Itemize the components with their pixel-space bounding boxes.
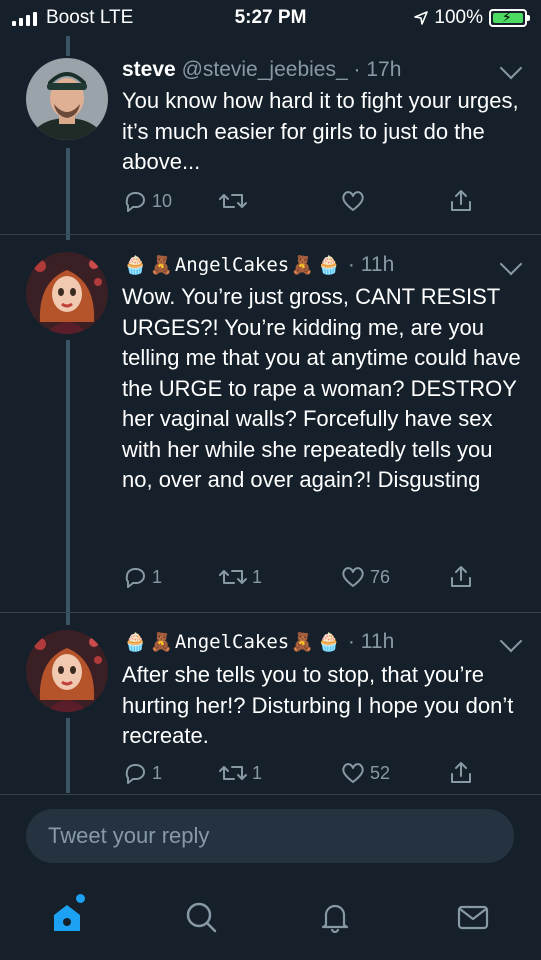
cupcake-icon: 🧁 bbox=[124, 631, 147, 652]
teddy-bear-icon: 🧸 bbox=[150, 254, 173, 275]
display-name[interactable]: steve bbox=[122, 58, 176, 82]
share-icon bbox=[451, 762, 471, 783]
retweet-button[interactable]: 1 bbox=[218, 760, 262, 786]
cupcake-icon: 🧁 bbox=[124, 254, 147, 275]
share-icon bbox=[451, 566, 471, 587]
reply-count: 1 bbox=[152, 566, 163, 587]
like-count: 52 bbox=[370, 762, 391, 783]
battery-icon: ⚡ bbox=[489, 9, 530, 27]
tweet-text: You know how hard it to fight your urges… bbox=[122, 88, 519, 174]
status-bar: Boost LTE 5:27 PM 100% ⚡ bbox=[0, 0, 541, 36]
separator-dot: · bbox=[347, 253, 355, 276]
like-button[interactable]: 76 bbox=[340, 564, 390, 590]
share-icon bbox=[451, 190, 471, 211]
chevron-down-icon[interactable] bbox=[499, 252, 523, 276]
chevron-down-icon[interactable] bbox=[499, 56, 523, 80]
home-icon bbox=[54, 905, 80, 931]
reply-count: 1 bbox=[152, 762, 163, 783]
reply-button[interactable]: 1 bbox=[122, 564, 162, 590]
retweet-icon bbox=[219, 570, 247, 584]
like-button[interactable] bbox=[340, 188, 370, 214]
teddy-bear-icon: 🧸 bbox=[291, 631, 314, 652]
retweet-count: 1 bbox=[252, 762, 263, 783]
cupcake-icon: 🧁 bbox=[317, 631, 341, 652]
divider bbox=[0, 234, 541, 235]
divider bbox=[0, 794, 541, 795]
notification-dot bbox=[76, 894, 85, 903]
heart-icon bbox=[342, 567, 364, 587]
tweet-actions: 10 bbox=[122, 188, 482, 220]
timestamp: 11h bbox=[360, 253, 395, 276]
reply-button[interactable]: 1 bbox=[122, 760, 162, 786]
reply-icon bbox=[125, 568, 145, 588]
tweet-header: 🧁 🧸 AngelCakes 🧸 🧁 · 11h bbox=[122, 253, 394, 277]
teddy-bear-icon: 🧸 bbox=[150, 631, 173, 652]
retweet-button[interactable] bbox=[218, 188, 252, 214]
tab-bar bbox=[0, 880, 541, 960]
divider bbox=[0, 612, 541, 613]
tab-home[interactable] bbox=[50, 894, 85, 939]
separator-dot: · bbox=[353, 58, 361, 81]
tab-search[interactable] bbox=[184, 900, 218, 939]
tweet-actions: 1 1 52 bbox=[122, 760, 482, 792]
chevron-down-icon[interactable] bbox=[499, 629, 523, 653]
search-icon bbox=[186, 902, 217, 933]
avatar[interactable] bbox=[26, 630, 108, 712]
reply-icon bbox=[125, 764, 145, 784]
tweet-text: Wow. You’re just gross, CANT RESIST URGE… bbox=[122, 284, 521, 492]
display-name[interactable]: AngelCakes bbox=[175, 254, 289, 276]
thread-line bbox=[66, 718, 70, 793]
tweet-actions: 1 1 76 bbox=[122, 564, 482, 596]
heart-icon bbox=[342, 191, 364, 211]
thread-line bbox=[66, 340, 70, 625]
tab-messages[interactable] bbox=[456, 900, 490, 939]
user-handle[interactable]: @stevie_jeebies_ bbox=[182, 58, 348, 82]
avatar[interactable] bbox=[26, 252, 108, 334]
teddy-bear-icon: 🧸 bbox=[291, 254, 314, 275]
reply-icon bbox=[125, 192, 145, 212]
like-count: 76 bbox=[370, 566, 391, 587]
retweet-count: 1 bbox=[252, 566, 263, 587]
timestamp: 17h bbox=[366, 58, 402, 81]
cupcake-icon: 🧁 bbox=[317, 254, 341, 275]
notifications-icon bbox=[321, 904, 349, 934]
share-button[interactable] bbox=[448, 564, 474, 590]
location-icon bbox=[414, 11, 429, 25]
messages-icon bbox=[457, 905, 489, 930]
reply-count: 10 bbox=[152, 190, 173, 211]
timestamp: 11h bbox=[360, 630, 395, 653]
retweet-icon bbox=[219, 766, 247, 780]
battery-percent: 100% bbox=[434, 7, 483, 28]
tweet-header: 🧁 🧸 AngelCakes 🧸 🧁 · 11h bbox=[122, 630, 394, 654]
thread-line bbox=[66, 148, 70, 240]
like-button[interactable]: 52 bbox=[340, 760, 390, 786]
separator-dot: · bbox=[347, 630, 355, 653]
tweet-text: After she tells you to stop, that you’re… bbox=[122, 662, 514, 748]
heart-icon bbox=[342, 763, 364, 783]
share-button[interactable] bbox=[448, 760, 474, 786]
display-name[interactable]: AngelCakes bbox=[175, 631, 289, 653]
retweet-icon bbox=[219, 194, 247, 208]
reply-input[interactable]: Tweet your reply bbox=[26, 809, 514, 863]
tab-notifications[interactable] bbox=[318, 900, 352, 939]
retweet-button[interactable]: 1 bbox=[218, 564, 262, 590]
avatar[interactable] bbox=[26, 58, 108, 140]
share-button[interactable] bbox=[448, 188, 474, 214]
tweet-header: steve @stevie_jeebies_ · 17h bbox=[122, 58, 401, 82]
thread-line bbox=[66, 36, 70, 56]
reply-button[interactable]: 10 bbox=[122, 188, 172, 214]
